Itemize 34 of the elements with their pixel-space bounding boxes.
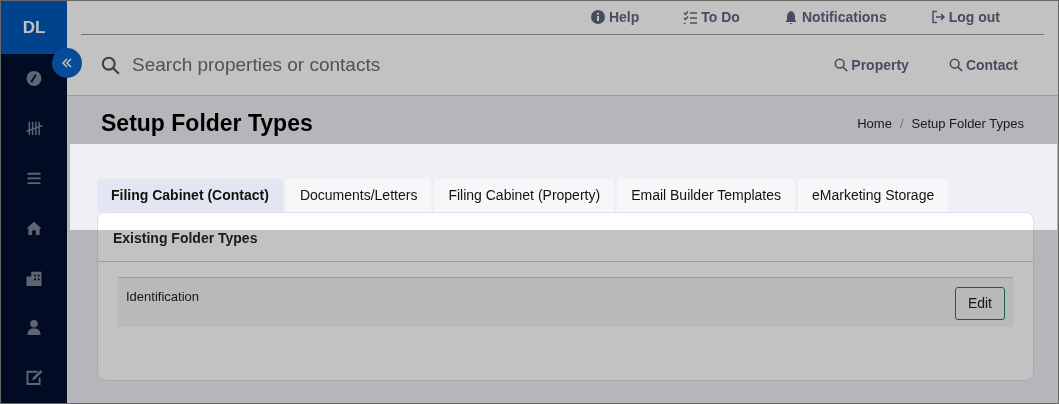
tab[interactable]: eMarketing Storage — [798, 179, 949, 212]
logo[interactable]: DL — [1, 1, 67, 55]
search-button[interactable]: Property — [834, 54, 909, 76]
search-field[interactable]: Search properties or contacts — [132, 50, 795, 80]
checklist-icon — [683, 10, 698, 24]
gauge-icon — [25, 70, 43, 88]
chevrons-left-icon — [61, 57, 73, 69]
tab[interactable]: Email Builder Templates — [617, 179, 796, 212]
tab[interactable]: Filing Cabinet (Property) — [434, 179, 615, 212]
building-icon — [25, 269, 43, 287]
search-icon — [101, 55, 120, 75]
search-button[interactable]: Contact — [948, 54, 1018, 76]
breadcrumb-link[interactable]: Home — [857, 113, 892, 134]
header-link[interactable]: Help — [590, 7, 640, 27]
header-link[interactable]: Log out — [930, 7, 1000, 27]
breadcrumb-current: Setup Folder Types — [911, 114, 1024, 133]
home-icon — [25, 219, 43, 237]
header-link[interactable]: Notifications — [783, 7, 887, 27]
bell-icon — [783, 10, 798, 24]
edit-icon — [25, 369, 43, 386]
logout-icon — [930, 10, 945, 24]
tab[interactable]: Filing Cabinet (Contact) — [97, 179, 283, 212]
tally-icon — [25, 120, 43, 137]
search-icon — [948, 58, 963, 72]
header-link[interactable]: To Do — [683, 7, 740, 27]
tab[interactable]: Documents/Letters — [285, 179, 432, 212]
breadcrumb-separator: / — [898, 114, 905, 133]
card-title: Existing Folder Types — [98, 213, 1033, 262]
folder-name: Identification — [126, 288, 199, 306]
edit-button[interactable]: Edit — [954, 287, 1005, 320]
info-icon — [590, 10, 605, 24]
user-icon — [25, 319, 43, 337]
page-title: Setup Folder Types — [101, 109, 313, 138]
search-icon — [834, 58, 849, 72]
